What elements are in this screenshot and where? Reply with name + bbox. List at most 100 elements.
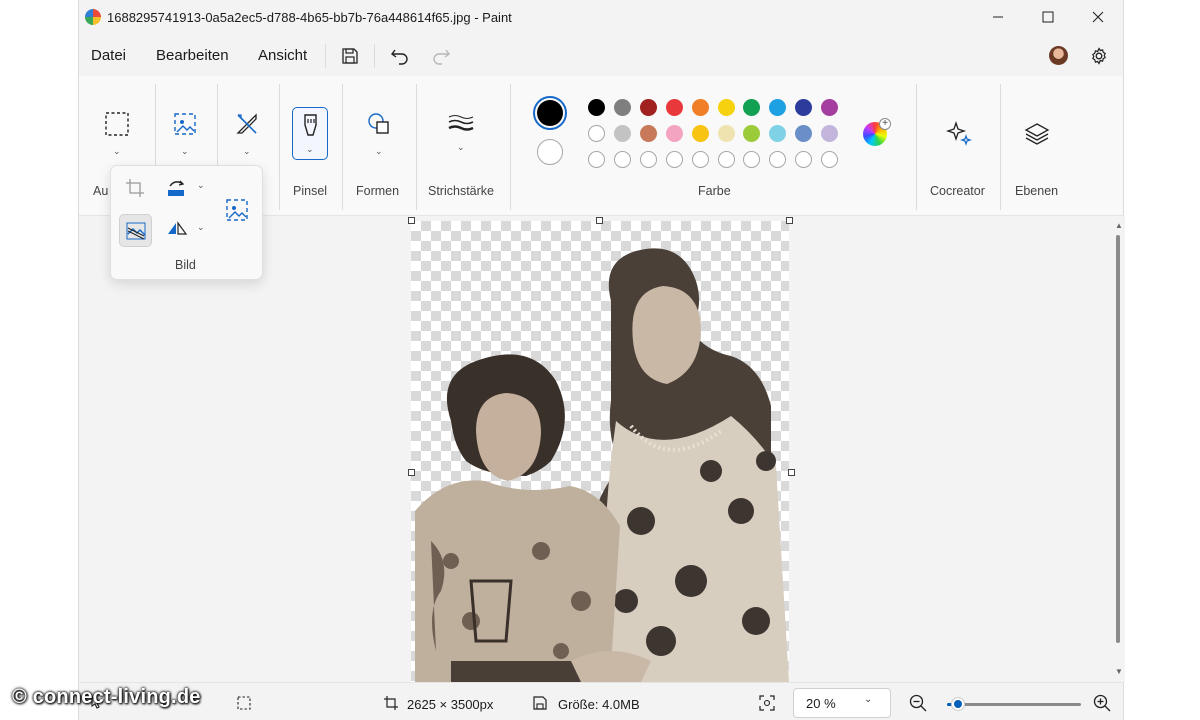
color-picker-button[interactable]: + [863, 118, 891, 146]
flip-button[interactable] [159, 212, 195, 248]
color-swatch[interactable] [691, 151, 709, 168]
color-swatch[interactable] [769, 151, 787, 168]
color-swatch[interactable] [769, 99, 787, 116]
zoom-out-button[interactable] [909, 694, 927, 717]
close-button[interactable] [1075, 0, 1121, 34]
menu-ansicht[interactable]: Ansicht [258, 47, 307, 64]
cocreator-button[interactable] [941, 116, 977, 152]
color-swatch[interactable] [795, 99, 813, 116]
resize-handle[interactable] [788, 469, 795, 476]
secondary-color-button[interactable] [537, 139, 563, 165]
group-label-pinsel: Pinsel [293, 184, 328, 198]
chevron-down-icon[interactable]: ⌄ [306, 144, 314, 155]
resize-handle[interactable] [408, 217, 415, 224]
flip-icon [168, 221, 188, 235]
color-swatch[interactable] [743, 99, 761, 116]
zoom-in-button[interactable] [1093, 694, 1111, 717]
redo-icon [433, 49, 450, 65]
rotate-button[interactable] [159, 170, 195, 206]
menu-bearbeiten[interactable]: Bearbeiten [156, 47, 229, 64]
chevron-down-icon[interactable]: ⌄ [113, 146, 121, 157]
resize-image-button[interactable] [219, 192, 255, 228]
undo-button[interactable] [388, 44, 412, 68]
menu-datei[interactable]: Datei [91, 47, 126, 64]
color-swatch[interactable] [691, 99, 709, 116]
ribbon-divider [510, 84, 511, 210]
stroke-width-icon [448, 115, 474, 131]
file-size-icon [532, 695, 548, 716]
color-swatch[interactable] [639, 151, 657, 168]
canvas-image[interactable] [411, 221, 789, 682]
color-swatch[interactable] [613, 99, 631, 116]
chevron-down-icon[interactable]: ⌄ [181, 146, 189, 157]
fit-screen-icon [759, 695, 775, 711]
tools-button[interactable] [229, 106, 265, 142]
color-swatch[interactable] [613, 151, 631, 168]
scroll-down-icon[interactable]: ▼ [1115, 667, 1123, 676]
maximize-button[interactable] [1025, 0, 1071, 34]
color-swatch[interactable] [769, 125, 787, 142]
color-swatch[interactable] [665, 99, 683, 116]
color-swatch[interactable] [665, 151, 683, 168]
zoom-slider-thumb[interactable] [951, 697, 965, 711]
color-swatch[interactable] [691, 125, 709, 142]
layers-button[interactable] [1019, 116, 1055, 152]
color-swatch[interactable] [821, 125, 839, 142]
chevron-down-icon: ⌄ [864, 694, 873, 705]
ribbon-divider [416, 84, 417, 210]
redo-button[interactable] [429, 44, 453, 68]
fit-to-window-button[interactable] [759, 695, 775, 716]
stroke-width-button[interactable] [443, 106, 479, 142]
color-swatch[interactable] [639, 125, 657, 142]
color-swatch[interactable] [717, 125, 735, 142]
color-swatch[interactable] [717, 151, 735, 168]
settings-button[interactable] [1087, 44, 1111, 68]
scroll-up-icon[interactable]: ▲ [1115, 221, 1123, 230]
menu-bar: Datei Bearbeiten Ansicht [79, 36, 1123, 76]
minimize-button[interactable] [975, 0, 1021, 34]
resize-handle[interactable] [596, 217, 603, 224]
color-swatch[interactable] [639, 99, 657, 116]
brush-button[interactable]: ⌄ [292, 107, 328, 160]
color-swatch[interactable] [821, 151, 839, 168]
chevron-down-icon[interactable]: ⌄ [197, 180, 205, 191]
color-swatch[interactable] [665, 125, 683, 142]
paint-app-icon [85, 9, 101, 25]
group-label-auswahl: Au [93, 184, 109, 198]
shapes-button[interactable] [361, 106, 397, 142]
color-swatch[interactable] [795, 125, 813, 142]
color-swatch[interactable] [821, 99, 839, 116]
zoom-slider[interactable] [947, 697, 1081, 711]
chevron-down-icon[interactable]: ⌄ [457, 142, 465, 153]
color-swatch[interactable] [795, 151, 813, 168]
avatar[interactable] [1049, 46, 1068, 65]
crop-button[interactable] [117, 170, 153, 206]
resize-handle[interactable] [408, 469, 415, 476]
maximize-icon [1042, 11, 1054, 23]
title-bar: 1688295741913-0a5a2ec5-d788-4b65-bb7b-76… [79, 0, 1123, 36]
primary-color-button[interactable] [533, 96, 567, 130]
canvas-area[interactable] [79, 217, 1113, 682]
selection-tool-button[interactable] [99, 106, 135, 142]
color-swatch[interactable] [613, 125, 631, 142]
primary-color-swatch [537, 100, 563, 126]
color-swatch[interactable] [588, 125, 605, 142]
color-swatch[interactable] [588, 99, 605, 116]
color-swatch[interactable] [743, 125, 761, 142]
zoom-select[interactable]: 20 % ⌄ [793, 688, 891, 718]
color-swatch[interactable] [588, 151, 605, 168]
ribbon-divider [1000, 84, 1001, 210]
chevron-down-icon[interactable]: ⌄ [375, 146, 383, 157]
scroll-thumb[interactable] [1116, 235, 1120, 643]
image-resize-icon [174, 113, 196, 135]
resize-handle[interactable] [786, 217, 793, 224]
remove-background-button[interactable] [119, 214, 152, 247]
color-swatch[interactable] [717, 99, 735, 116]
pencil-ruler-icon [236, 113, 257, 134]
chevron-down-icon[interactable]: ⌄ [243, 146, 251, 157]
vertical-scrollbar[interactable]: ▲ ▼ [1113, 217, 1125, 682]
image-tool-button[interactable] [167, 106, 203, 142]
color-swatch[interactable] [743, 151, 761, 168]
save-button[interactable] [338, 44, 362, 68]
chevron-down-icon[interactable]: ⌄ [197, 222, 205, 233]
